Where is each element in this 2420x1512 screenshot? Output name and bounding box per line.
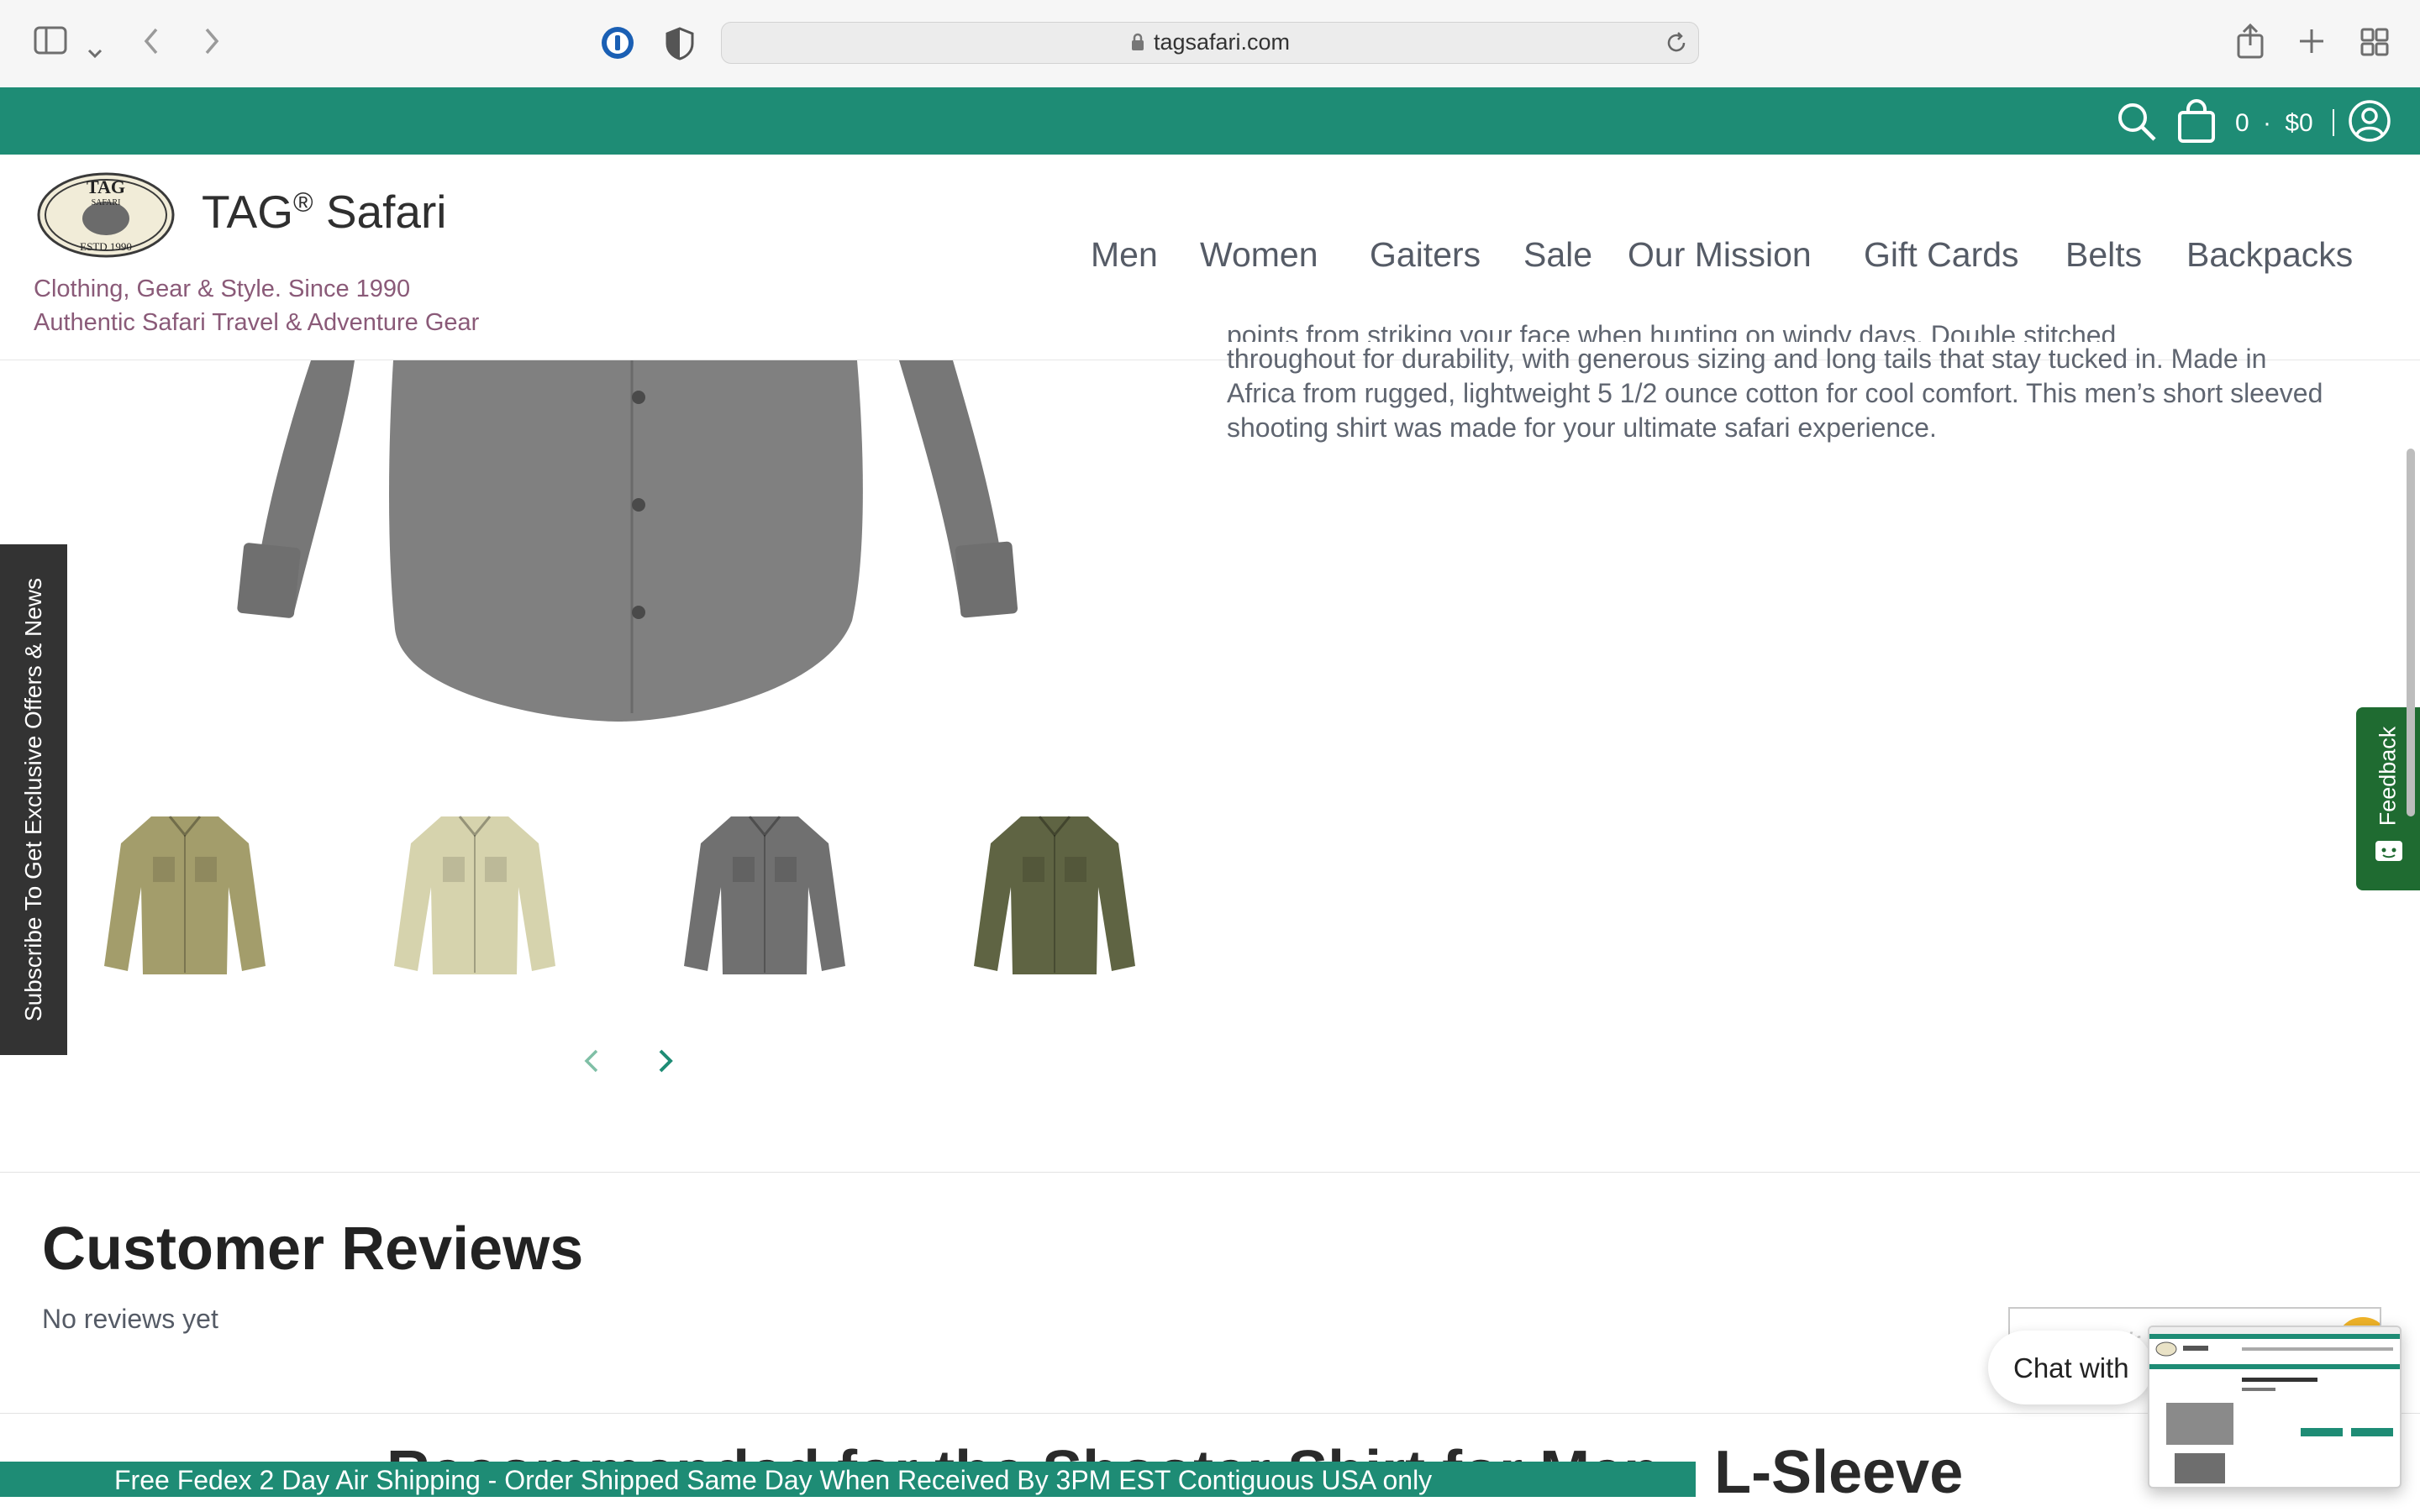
- nav-our-mission[interactable]: Our Mission: [1628, 235, 1812, 275]
- reviews-empty-text: No reviews yet: [42, 1304, 218, 1334]
- registered-mark: ®: [292, 186, 313, 218]
- forward-icon[interactable]: [203, 27, 220, 61]
- nav-women[interactable]: Women: [1200, 235, 1318, 275]
- nav-sale[interactable]: Sale: [1523, 235, 1592, 275]
- shipping-banner: Free Fedex 2 Day Air Shipping - Order Sh…: [0, 1462, 1696, 1497]
- chat-bubble-icon: [2375, 840, 2403, 869]
- address-bar[interactable]: tagsafari.com: [721, 22, 1699, 64]
- nav-men[interactable]: Men: [1091, 235, 1158, 275]
- product-thumbnail[interactable]: [391, 806, 559, 987]
- page-scrollbar[interactable]: [2407, 449, 2415, 816]
- chat-widget[interactable]: Chat with: [1988, 1331, 2153, 1404]
- cart-count: 0: [2235, 109, 2249, 137]
- description-text: throughout for durability, with generous…: [1227, 344, 2323, 443]
- product-description: points from striking your face when hunt…: [1227, 320, 2336, 445]
- nav-gift-cards[interactable]: Gift Cards: [1864, 235, 2019, 275]
- logo-est: ESTD 1990: [80, 240, 132, 253]
- product-thumbnail[interactable]: [971, 806, 1139, 987]
- tagline-1: Clothing, Gear & Style. Since 1990: [34, 276, 411, 302]
- search-icon[interactable]: [2116, 101, 2158, 147]
- logo-text: TAG: [87, 176, 125, 197]
- subscribe-label: Subscribe To Get Exclusive Offers & News: [20, 577, 46, 1022]
- nav-backpacks[interactable]: Backpacks: [2186, 235, 2353, 275]
- url-label: tagsafari.com: [1153, 29, 1291, 55]
- chat-label: Chat with: [2013, 1352, 2129, 1383]
- product-thumbnail[interactable]: [681, 806, 849, 987]
- divider: [2333, 109, 2334, 136]
- cart-separator: ·: [2263, 109, 2272, 137]
- chevron-down-icon[interactable]: [87, 32, 103, 66]
- thumbnail-gallery: [101, 806, 1176, 991]
- account-icon[interactable]: [2348, 99, 2391, 147]
- nav-gaiters[interactable]: Gaiters: [1370, 235, 1481, 275]
- tab-overview-icon[interactable]: [2360, 27, 2390, 63]
- back-icon[interactable]: [143, 27, 160, 61]
- nav-belts[interactable]: Belts: [2065, 235, 2142, 275]
- gallery-prev-icon[interactable]: [581, 1048, 602, 1078]
- screenshot-preview[interactable]: [2148, 1326, 2402, 1488]
- gallery-next-icon[interactable]: [655, 1048, 676, 1078]
- shield-icon[interactable]: [664, 27, 696, 66]
- brand-text: TAG: [202, 186, 293, 238]
- logo[interactable]: TAG SAFARI ESTD 1990: [35, 171, 176, 259]
- tagline-2: Authentic Safari Travel & Adventure Gear: [34, 309, 480, 336]
- brand-name[interactable]: TAG® Safari: [202, 185, 447, 239]
- browser-toolbar: tagsafari.com: [0, 0, 2420, 88]
- cart-icon[interactable]: [2176, 99, 2217, 147]
- product-thumbnail[interactable]: [101, 806, 269, 987]
- password-manager-icon[interactable]: [600, 25, 635, 66]
- utility-bar: 0 · $0: [0, 87, 2420, 155]
- sidebar-toggle-icon[interactable]: [34, 25, 67, 61]
- feedback-label: Feedback: [2375, 726, 2401, 827]
- shipping-banner-text: Free Fedex 2 Day Air Shipping - Order Sh…: [114, 1465, 1433, 1495]
- logo-subtext: SAFARI: [92, 198, 121, 207]
- subscribe-tab[interactable]: Subscribe To Get Exclusive Offers & News: [0, 544, 67, 1055]
- lock-icon: [1130, 32, 1145, 58]
- cart-total: $0: [2285, 109, 2313, 137]
- reload-icon[interactable]: [1665, 31, 1688, 59]
- reviews-title: Customer Reviews: [42, 1215, 584, 1283]
- product-image[interactable]: [168, 360, 1092, 730]
- url-text: tagsafari.com: [722, 29, 1698, 58]
- new-tab-icon[interactable]: [2297, 27, 2326, 61]
- brand-suffix: Safari: [325, 186, 447, 238]
- share-icon[interactable]: [2235, 23, 2265, 65]
- description-partial-line: points from striking your face when hunt…: [1227, 320, 2117, 342]
- cart-summary[interactable]: 0 · $0: [2235, 109, 2313, 138]
